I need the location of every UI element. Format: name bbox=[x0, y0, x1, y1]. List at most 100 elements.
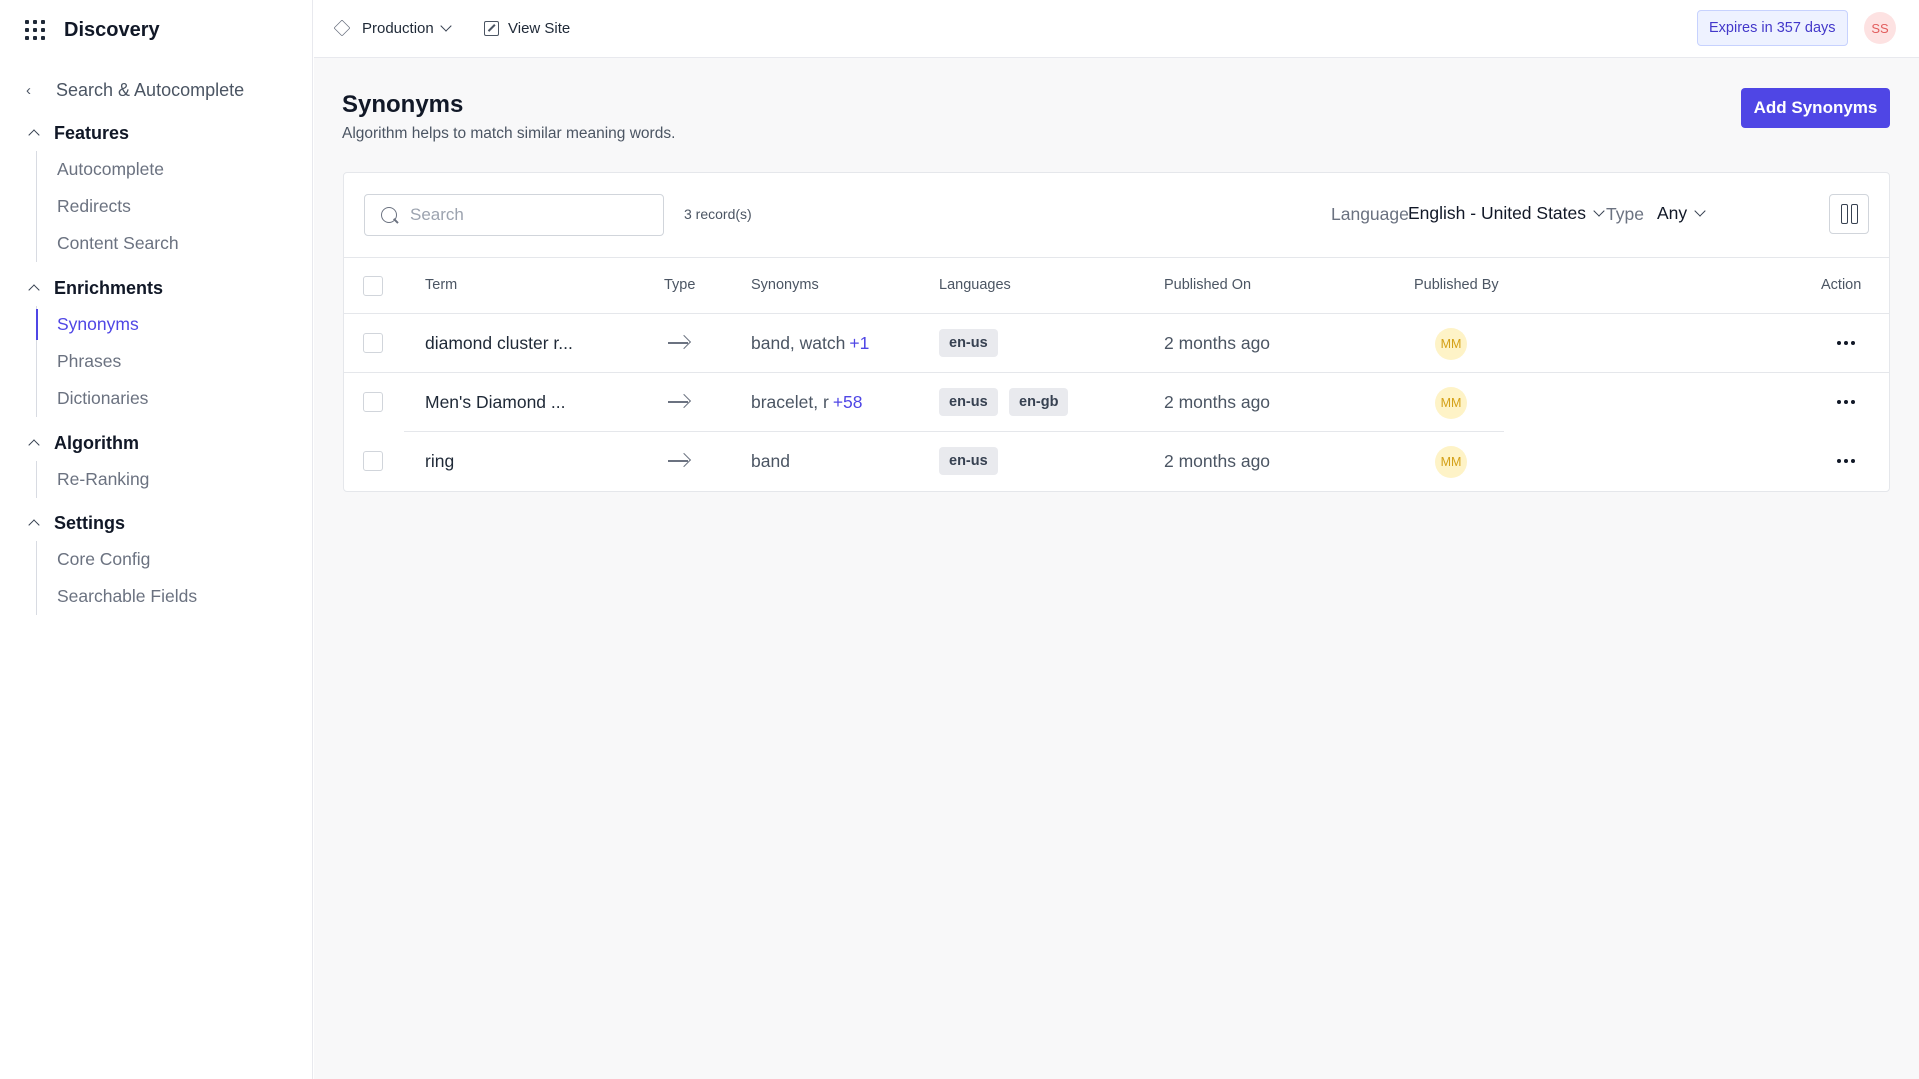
type-filter-value: Any bbox=[1657, 203, 1688, 223]
chevron-left-icon: ‹ bbox=[26, 81, 31, 99]
row-term[interactable]: Men's Diamond ... bbox=[425, 392, 565, 413]
row-checkbox[interactable] bbox=[363, 392, 383, 412]
search-icon bbox=[381, 207, 397, 223]
sidebar-item-redirects[interactable]: Redirects bbox=[37, 188, 179, 225]
section-title: Algorithm bbox=[54, 432, 139, 453]
row-published-on: 2 months ago bbox=[1164, 451, 1271, 471]
section-toggle-settings[interactable]: Settings bbox=[26, 511, 197, 535]
column-header-synonyms[interactable]: Synonyms bbox=[751, 277, 819, 293]
row-synonyms-text: bracelet, r bbox=[751, 392, 829, 412]
search-input[interactable] bbox=[410, 205, 630, 225]
user-avatar[interactable]: SS bbox=[1864, 12, 1896, 44]
add-synonyms-button[interactable]: Add Synonyms bbox=[1741, 88, 1890, 128]
section-items: Core Config Searchable Fields bbox=[36, 541, 197, 615]
sidebar: Discovery ‹ Search & Autocomplete Featur… bbox=[0, 0, 313, 1079]
back-link-label: Search & Autocomplete bbox=[56, 79, 245, 100]
language-chip: en-us bbox=[939, 447, 998, 475]
publisher-avatar: MM bbox=[1435, 328, 1467, 360]
language-filter-value: English - United States bbox=[1408, 203, 1587, 223]
more-horizontal-icon[interactable] bbox=[1837, 459, 1855, 463]
sidebar-item-core-config[interactable]: Core Config bbox=[37, 541, 197, 578]
arrow-right-icon bbox=[668, 335, 690, 351]
chevron-up-icon bbox=[26, 280, 42, 296]
app-name: Discovery bbox=[64, 18, 160, 41]
view-site-link[interactable]: View Site bbox=[484, 18, 570, 38]
page-subtitle: Algorithm helps to match similar meaning… bbox=[342, 125, 676, 142]
top-bar: Production View Site Expires in 357 days… bbox=[314, 0, 1919, 58]
column-header-published-on[interactable]: Published On bbox=[1164, 277, 1251, 293]
column-header-published-by[interactable]: Published By bbox=[1414, 277, 1499, 293]
row-checkbox[interactable] bbox=[363, 451, 383, 471]
section-algorithm: Algorithm Re-Ranking bbox=[26, 431, 149, 498]
sidebar-item-phrases[interactable]: Phrases bbox=[37, 343, 163, 380]
column-header-languages[interactable]: Languages bbox=[939, 277, 1011, 293]
column-header-type[interactable]: Type bbox=[664, 277, 695, 293]
more-horizontal-icon[interactable] bbox=[1837, 400, 1855, 404]
chevron-down-icon bbox=[440, 19, 452, 32]
section-items: Autocomplete Redirects Content Search bbox=[36, 151, 179, 262]
chevron-up-icon bbox=[26, 125, 42, 141]
publisher-avatar: MM bbox=[1435, 387, 1467, 419]
section-features: Features Autocomplete Redirects Content … bbox=[26, 121, 179, 262]
column-header-action: Action bbox=[1821, 277, 1862, 293]
brand[interactable]: Discovery bbox=[24, 16, 160, 44]
language-filter-label: Language bbox=[1331, 204, 1409, 224]
environment-selector[interactable]: Production bbox=[333, 18, 452, 38]
table-row[interactable]: ring band en-us 2 months ago MM bbox=[344, 432, 1889, 491]
synonyms-table-card: 3 record(s) Language English - United St… bbox=[343, 172, 1890, 492]
sidebar-item-dictionaries[interactable]: Dictionaries bbox=[37, 380, 163, 417]
sidebar-item-autocomplete[interactable]: Autocomplete bbox=[37, 151, 179, 188]
row-synonyms: band, watch +1 bbox=[751, 333, 869, 354]
section-title: Enrichments bbox=[54, 277, 164, 298]
section-items: Synonyms Phrases Dictionaries bbox=[35, 306, 163, 417]
row-synonyms-more[interactable]: +58 bbox=[833, 392, 863, 412]
publisher-avatar: MM bbox=[1435, 446, 1467, 478]
sidebar-item-content-search[interactable]: Content Search bbox=[37, 225, 179, 262]
language-chip: en-us bbox=[939, 329, 998, 357]
sidebar-item-re-ranking[interactable]: Re-Ranking bbox=[37, 461, 149, 498]
row-synonyms-text: band, watch bbox=[751, 333, 846, 353]
row-synonyms: bracelet, r +58 bbox=[751, 392, 863, 413]
type-filter-dropdown[interactable]: Any bbox=[1657, 203, 1706, 224]
arrow-right-icon bbox=[668, 453, 690, 469]
chevron-up-icon bbox=[26, 435, 42, 451]
table-toolbar: 3 record(s) Language English - United St… bbox=[344, 173, 1889, 258]
view-site-label: View Site bbox=[508, 19, 571, 37]
row-synonyms-more[interactable]: +1 bbox=[849, 333, 869, 353]
section-toggle-features[interactable]: Features bbox=[26, 121, 179, 145]
section-toggle-algorithm[interactable]: Algorithm bbox=[26, 431, 149, 455]
expires-badge[interactable]: Expires in 357 days bbox=[1697, 10, 1848, 46]
columns-toggle-button[interactable] bbox=[1829, 194, 1869, 234]
chevron-down-icon bbox=[1593, 205, 1605, 217]
section-title: Features bbox=[54, 122, 130, 143]
row-published-on: 2 months ago bbox=[1164, 392, 1271, 412]
more-horizontal-icon[interactable] bbox=[1837, 341, 1855, 345]
row-synonyms: band bbox=[751, 451, 794, 472]
sidebar-item-synonyms[interactable]: Synonyms bbox=[35, 306, 163, 343]
select-all-checkbox[interactable] bbox=[363, 276, 383, 296]
section-toggle-enrichments[interactable]: Enrichments bbox=[26, 276, 163, 300]
section-title: Settings bbox=[54, 512, 126, 533]
row-term[interactable]: ring bbox=[425, 451, 454, 472]
chevron-up-icon bbox=[26, 515, 42, 531]
row-term[interactable]: diamond cluster r... bbox=[425, 333, 573, 354]
table-row[interactable]: Men's Diamond ... bracelet, r +58 en-us e… bbox=[344, 373, 1889, 432]
sidebar-item-searchable-fields[interactable]: Searchable Fields bbox=[37, 578, 197, 615]
language-chip: en-us bbox=[939, 388, 998, 416]
type-filter-label: Type bbox=[1606, 204, 1644, 224]
arrow-right-icon bbox=[668, 394, 690, 410]
apps-grid-icon[interactable] bbox=[24, 19, 46, 41]
column-header-term[interactable]: Term bbox=[425, 277, 457, 293]
back-link[interactable]: ‹ Search & Autocomplete bbox=[26, 78, 244, 102]
chevron-down-icon bbox=[1694, 205, 1706, 217]
search-box[interactable] bbox=[364, 194, 664, 236]
language-filter-dropdown[interactable]: English - United States bbox=[1408, 203, 1605, 224]
row-checkbox[interactable] bbox=[363, 333, 383, 353]
section-settings: Settings Core Config Searchable Fields bbox=[26, 511, 197, 615]
row-synonyms-text: band bbox=[751, 451, 790, 471]
cube-icon bbox=[333, 19, 351, 37]
page-title: Synonyms bbox=[342, 91, 464, 118]
table-row[interactable]: diamond cluster r... band, watch +1 en-us… bbox=[344, 314, 1889, 373]
columns-icon bbox=[1840, 204, 1858, 224]
table-header: Term Type Synonyms Languages Published O… bbox=[344, 258, 1889, 314]
